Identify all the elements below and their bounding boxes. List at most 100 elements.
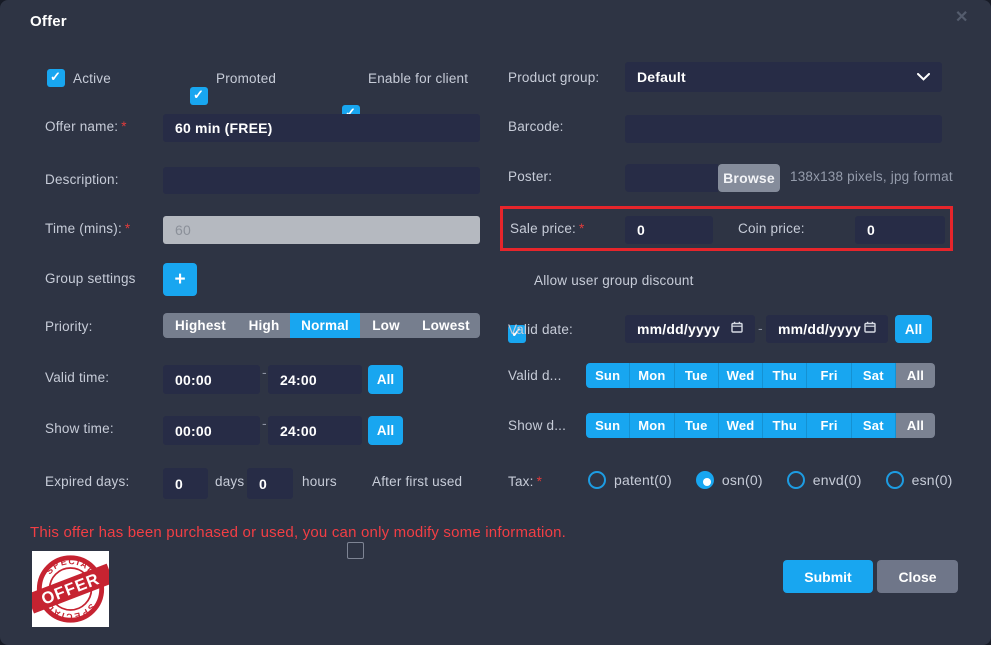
valid-time-to-input[interactable]: 24:00 xyxy=(268,365,362,394)
coin-price-label: Coin price: xyxy=(738,221,805,236)
chevron-down-icon xyxy=(917,68,930,86)
show-time-to-value: 24:00 xyxy=(280,423,317,439)
valid-days-all-button[interactable]: All xyxy=(896,363,935,388)
valid-days-label: Valid d... xyxy=(508,368,562,383)
priority-low[interactable]: Low xyxy=(360,313,412,338)
coin-price-value: 0 xyxy=(867,222,875,238)
show-time-from-input[interactable]: 00:00 xyxy=(163,416,260,445)
expired-days-label: Expired days: xyxy=(45,474,129,489)
calendar-icon[interactable] xyxy=(731,320,743,338)
valid-date-all-button[interactable]: All xyxy=(895,315,932,343)
show-day-thu[interactable]: Thu xyxy=(763,413,807,438)
offer-name-label: Offer name:* xyxy=(45,119,127,134)
enable-for-client-label: Enable for client xyxy=(368,71,468,86)
show-days-selector: Sun Mon Tue Wed Thu Fri Sat All xyxy=(586,413,935,438)
promoted-label: Promoted xyxy=(216,71,276,86)
tax-option-label: esn(0) xyxy=(912,472,953,488)
tax-radio-osn[interactable] xyxy=(696,471,714,489)
expired-days-unit: days xyxy=(215,474,244,489)
valid-date-to-input[interactable]: mm/dd/yyyy xyxy=(766,315,888,343)
valid-day-sat[interactable]: Sat xyxy=(852,363,896,388)
show-day-sun[interactable]: Sun xyxy=(586,413,630,438)
close-button[interactable]: Close xyxy=(877,560,958,593)
valid-day-fri[interactable]: Fri xyxy=(807,363,851,388)
close-icon[interactable]: ✕ xyxy=(955,10,969,26)
tax-option-label: patent(0) xyxy=(614,472,672,488)
expired-days-input[interactable]: 0 xyxy=(163,468,208,499)
priority-lowest[interactable]: Lowest xyxy=(412,313,480,338)
show-time-from-value: 00:00 xyxy=(175,423,212,439)
time-mins-input: 60 xyxy=(163,216,480,244)
priority-label: Priority: xyxy=(45,319,93,334)
show-day-sat[interactable]: Sat xyxy=(852,413,896,438)
valid-day-mon[interactable]: Mon xyxy=(630,363,674,388)
valid-day-sun[interactable]: Sun xyxy=(586,363,630,388)
required-asterisk: * xyxy=(537,474,542,489)
time-range-dash: - xyxy=(262,415,267,431)
barcode-input[interactable] xyxy=(625,115,942,143)
required-asterisk: * xyxy=(125,221,130,236)
expired-days-value: 0 xyxy=(175,476,183,492)
valid-days-selector: Sun Mon Tue Wed Thu Fri Sat All xyxy=(586,363,935,388)
show-day-fri[interactable]: Fri xyxy=(807,413,851,438)
poster-browse-button[interactable]: Browse xyxy=(718,164,780,192)
valid-day-thu[interactable]: Thu xyxy=(763,363,807,388)
submit-button[interactable]: Submit xyxy=(783,560,873,593)
show-days-label: Show d... xyxy=(508,418,566,433)
active-label: Active xyxy=(73,71,111,86)
barcode-label: Barcode: xyxy=(508,119,564,134)
stamp-banner-text: OFFER xyxy=(39,569,103,609)
tax-option-label: osn(0) xyxy=(722,472,763,488)
tax-radio-envd[interactable] xyxy=(787,471,805,489)
expired-hours-value: 0 xyxy=(259,476,267,492)
offer-name-input[interactable]: 60 min (FREE) xyxy=(163,114,480,142)
valid-time-from-input[interactable]: 00:00 xyxy=(163,365,260,394)
valid-time-all-button[interactable]: All xyxy=(368,365,403,394)
valid-time-to-value: 24:00 xyxy=(280,372,317,388)
show-time-all-button[interactable]: All xyxy=(368,416,403,445)
sale-price-input[interactable]: 0 xyxy=(625,216,713,244)
required-asterisk: * xyxy=(579,221,584,236)
poster-file-input[interactable] xyxy=(625,164,718,192)
description-label: Description: xyxy=(45,172,119,187)
tax-option-label: envd(0) xyxy=(813,472,862,488)
description-input[interactable] xyxy=(163,167,480,194)
tax-radio-esn[interactable] xyxy=(886,471,904,489)
special-offer-stamp-image: SPECIAL SPECIAL OFFER xyxy=(32,551,109,627)
priority-normal[interactable]: Normal xyxy=(290,313,360,338)
valid-day-wed[interactable]: Wed xyxy=(719,363,763,388)
product-group-value: Default xyxy=(637,69,686,85)
offer-name-value: 60 min (FREE) xyxy=(175,120,273,136)
show-days-all-button[interactable]: All xyxy=(896,413,935,438)
group-settings-add-button[interactable]: + xyxy=(163,263,197,296)
show-day-tue[interactable]: Tue xyxy=(675,413,719,438)
show-time-label: Show time: xyxy=(45,421,114,436)
tax-label: Tax:* xyxy=(508,474,542,489)
after-first-used-label: After first used xyxy=(372,474,462,489)
valid-date-from-input[interactable]: mm/dd/yyyy xyxy=(625,315,755,343)
valid-time-from-value: 00:00 xyxy=(175,372,212,388)
show-time-to-input[interactable]: 24:00 xyxy=(268,416,362,445)
sale-price-label: Sale price:* xyxy=(510,221,584,236)
product-group-label: Product group: xyxy=(508,70,599,85)
product-group-select[interactable]: Default xyxy=(625,62,942,92)
promoted-checkbox[interactable] xyxy=(190,87,208,105)
sale-price-value: 0 xyxy=(637,222,645,238)
show-day-mon[interactable]: Mon xyxy=(630,413,674,438)
expired-hours-input[interactable]: 0 xyxy=(247,468,293,499)
coin-price-input[interactable]: 0 xyxy=(855,216,945,244)
after-first-used-checkbox[interactable] xyxy=(347,542,364,559)
purchased-warning-text: This offer has been purchased or used, y… xyxy=(30,524,566,541)
tax-radio-patent[interactable] xyxy=(588,471,606,489)
date-range-dash: - xyxy=(758,320,763,336)
valid-date-to-value: mm/dd/yyyy xyxy=(778,321,861,337)
priority-highest[interactable]: Highest xyxy=(163,313,238,338)
time-mins-value: 60 xyxy=(175,222,191,238)
show-day-wed[interactable]: Wed xyxy=(719,413,763,438)
poster-hint: 138x138 pixels, jpg format xyxy=(790,169,953,184)
valid-day-tue[interactable]: Tue xyxy=(675,363,719,388)
priority-high[interactable]: High xyxy=(238,313,290,338)
calendar-icon[interactable] xyxy=(864,320,876,338)
group-settings-label: Group settings xyxy=(45,271,136,286)
active-checkbox[interactable] xyxy=(47,69,65,87)
